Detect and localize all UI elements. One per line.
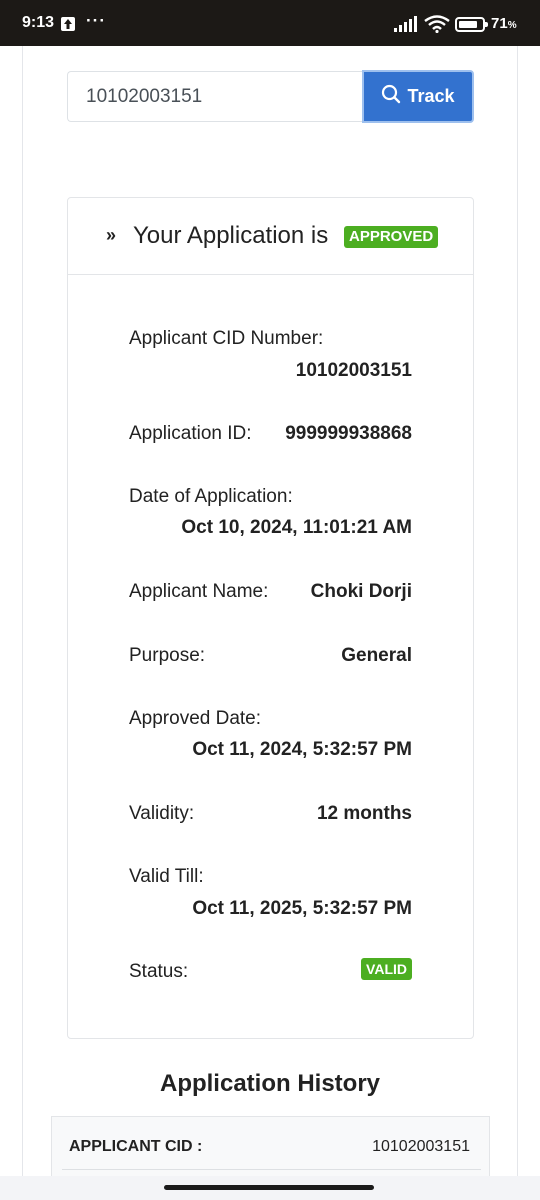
approved-badge: APPROVED (344, 226, 439, 248)
signal-icon (394, 16, 418, 37)
applicant-cid-label: Applicant CID Number: (129, 328, 324, 349)
application-id-label: Application ID: (129, 423, 252, 444)
history-cid-value: 10102003151 (372, 1138, 470, 1155)
upload-icon (61, 17, 75, 31)
approved-date-value: Oct 11, 2024, 5:32:57 PM (192, 739, 412, 760)
track-button[interactable]: Track (362, 70, 474, 123)
double-chevron-right-icon: » (106, 225, 117, 245)
valid-status-badge: VALID (361, 958, 412, 980)
validity-label: Validity: (129, 803, 195, 824)
track-button-label: Track (407, 86, 455, 106)
application-id-value: 999999938868 (285, 423, 412, 444)
card-title: Your Application is (133, 222, 329, 249)
status-label: Status: (129, 961, 189, 982)
status-bar: 9:13 ··· 71% (0, 0, 540, 46)
history-cid-label: APPLICANT CID : (69, 1138, 203, 1155)
system-navigation-bar (0, 1176, 540, 1200)
purpose-value: General (341, 645, 412, 666)
cid-search-input[interactable] (67, 71, 365, 122)
card-header: » Your Application is APPROVED (68, 198, 473, 275)
battery-icon (455, 17, 488, 32)
applicant-cid-value: 10102003151 (295, 360, 412, 381)
more-notifications-icon: ··· (86, 11, 106, 30)
valid-till-label: Valid Till: (129, 866, 204, 887)
date-of-application-value: Oct 10, 2024, 11:01:21 AM (181, 517, 412, 538)
page-border-right (517, 46, 518, 1176)
validity-value: 12 months (316, 803, 412, 824)
status-time: 9:13 (22, 14, 55, 31)
home-indicator[interactable] (164, 1185, 374, 1190)
wifi-icon (424, 15, 450, 38)
history-divider (62, 1169, 481, 1170)
search-icon (381, 84, 401, 109)
application-status-card: » Your Application is APPROVED Applicant… (67, 197, 474, 1039)
date-of-application-label: Date of Application: (129, 486, 293, 507)
page-border-left (22, 46, 23, 1176)
applicant-name-label: Applicant Name: (129, 581, 269, 602)
purpose-label: Purpose: (129, 645, 206, 666)
approved-date-label: Approved Date: (129, 708, 262, 729)
application-history-title: Application History (159, 1070, 381, 1097)
applicant-name-value: Choki Dorji (310, 581, 412, 602)
valid-till-value: Oct 11, 2025, 5:32:57 PM (192, 898, 412, 919)
battery-percentage: 71% (491, 15, 517, 32)
